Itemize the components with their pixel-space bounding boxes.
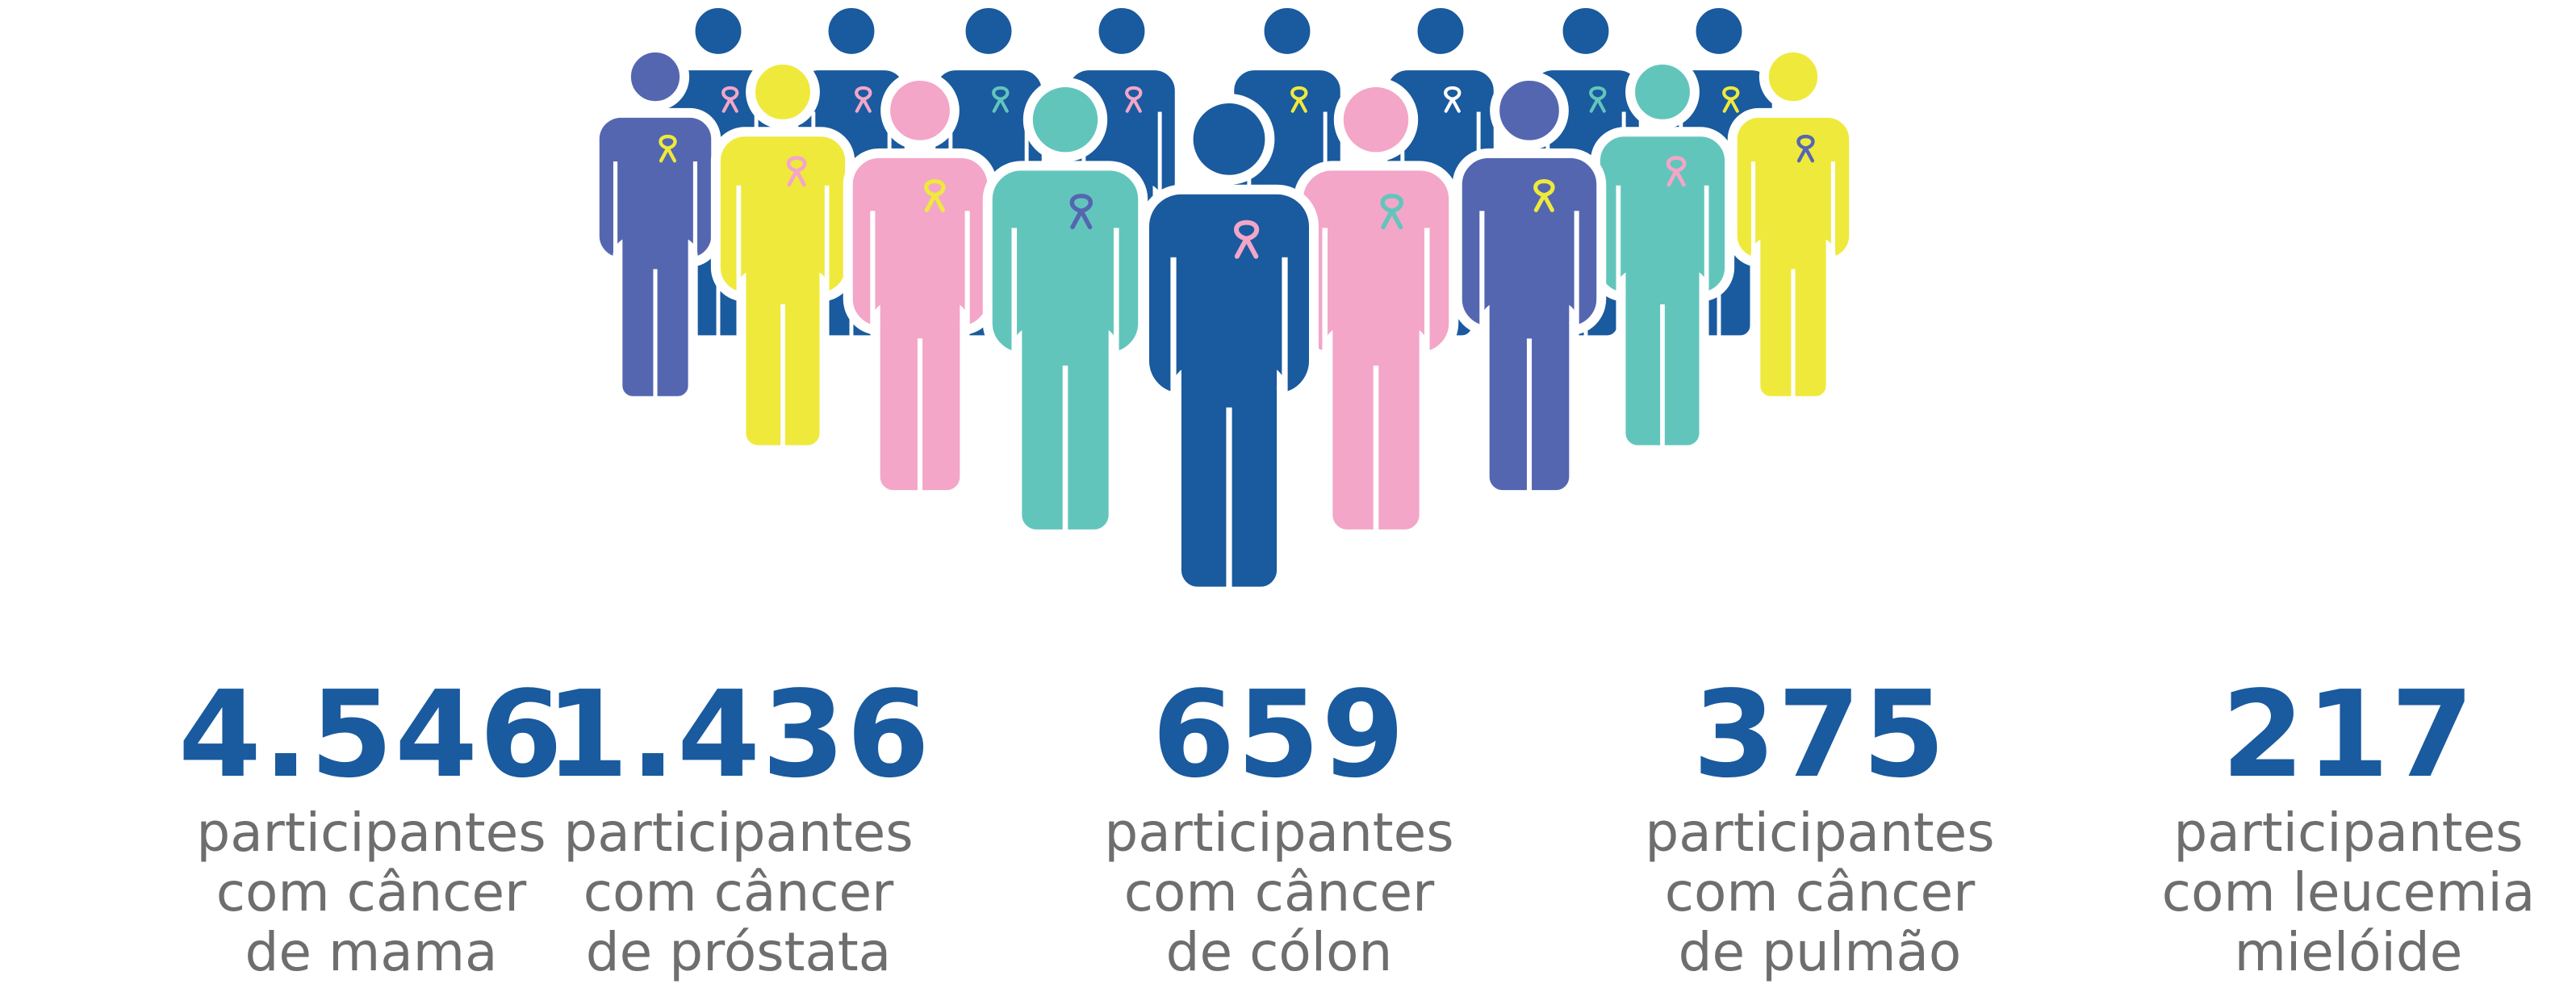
people-group: [589, 0, 1859, 597]
stat-line-3: de próstata: [585, 921, 892, 983]
stat-colon-cancer: 659 participantes com câncer de cólon: [1053, 666, 1505, 982]
stat-lung-cancer: 375 participantes com câncer de pulmão: [1594, 666, 2046, 982]
stat-line-2: com câncer: [1123, 861, 1435, 923]
stat-number: 217: [2221, 665, 2476, 804]
stat-myeloid-leukemia: 217 participantes com leucemia mielóide: [2122, 666, 2574, 982]
stat-number: 375: [1692, 665, 1947, 804]
stat-line-2: com leucemia: [2161, 861, 2536, 923]
stat-line-2: com câncer: [583, 861, 894, 923]
stat-number: 659: [1152, 665, 1407, 804]
stat-line-3: mielóide: [2234, 921, 2463, 983]
stat-prostate-cancer: 1.436 participantes com câncer de prósta…: [512, 666, 964, 982]
stat-line-1: participantes: [2173, 802, 2524, 864]
stat-line-2: com câncer: [1664, 861, 1976, 923]
stat-number: 1.436: [545, 665, 932, 804]
stat-line-1: participantes: [1645, 802, 1995, 864]
stat-line-3: de pulmão: [1678, 921, 1962, 983]
stat-line-3: de cólon: [1165, 921, 1393, 983]
crowd-illustration: [589, 0, 1859, 597]
stat-line-1: participantes: [563, 802, 914, 864]
stat-line-1: participantes: [1104, 802, 1454, 864]
